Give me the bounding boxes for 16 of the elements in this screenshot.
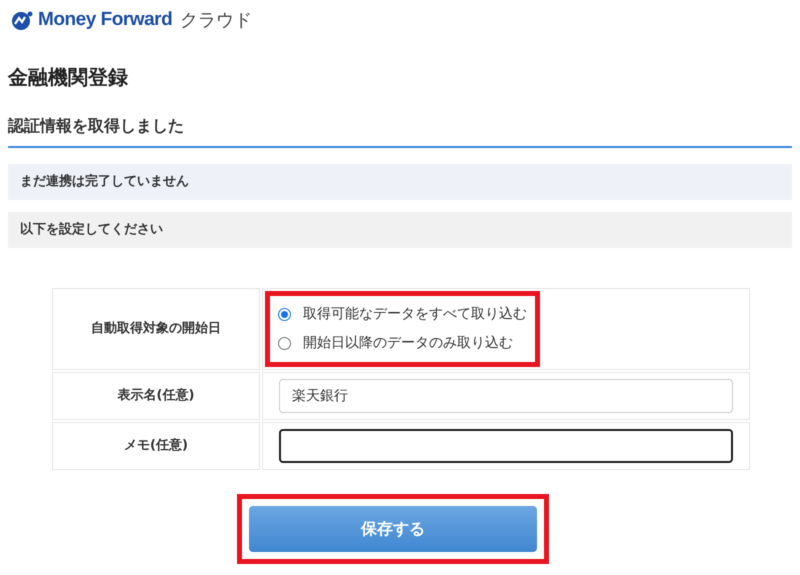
field-label: 自動取得対象の開始日 (52, 288, 260, 370)
notice-bar: まだ連携は完了していません (8, 164, 792, 200)
field-label: 表示名(任意) (52, 372, 260, 420)
logo-brand: Money Forward (38, 8, 172, 32)
page-title: 金融機関登録 (8, 64, 129, 91)
logo-icon (10, 10, 34, 30)
radio-button[interactable] (278, 337, 291, 350)
radio-label: 開始日以降のデータのみ取り込む (303, 334, 513, 353)
radio-label: 取得可能なデータをすべて取り込む (303, 305, 527, 324)
notice-bar: 以下を設定してください (8, 212, 792, 248)
section-title: 認証情報を取得しました (8, 115, 185, 137)
radio-button[interactable] (278, 308, 291, 321)
field-label: メモ(任意) (52, 422, 260, 470)
text-field[interactable] (279, 429, 733, 463)
text-field[interactable]: 楽天銀行 (279, 379, 733, 413)
logo-product: クラウド (180, 8, 252, 32)
